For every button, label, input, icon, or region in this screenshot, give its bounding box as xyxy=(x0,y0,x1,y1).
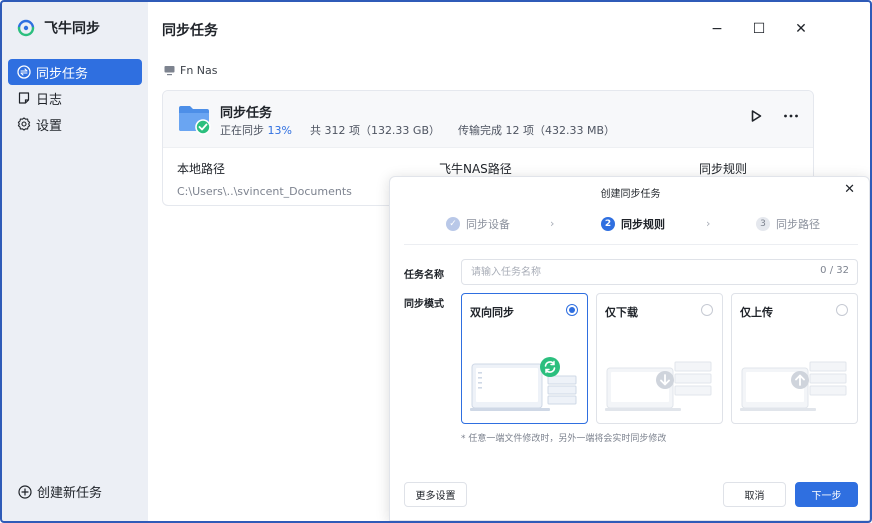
step-check-icon: ✓ xyxy=(446,217,460,231)
col-header: 本地路径 xyxy=(177,162,226,176)
task-stats: 正在同步 13% 共 312 项（132.33 GB） 传输完成 12 项（43… xyxy=(220,122,615,138)
stepper: ✓ 同步设备 › 2 同步规则 › 3 同步路径 xyxy=(404,213,858,245)
task-transferred: 传输完成 12 项（432.33 MB） xyxy=(458,124,616,137)
mode-download-only[interactable]: 仅下载 xyxy=(596,293,723,424)
page-title: 同步任务 xyxy=(162,23,218,39)
monitor-icon xyxy=(164,66,175,76)
sync-mode-hint: * 任意一端文件修改时，另外一端将会实时同步修改 xyxy=(461,434,667,444)
log-icon xyxy=(18,92,30,104)
mode-radio[interactable] xyxy=(566,304,578,316)
dialog-title: 创建同步任务 xyxy=(600,189,661,200)
sidebar-nav: 同步任务 日志 设置 xyxy=(8,59,142,137)
task-actions xyxy=(749,109,799,123)
sidebar-item-settings[interactable]: 设置 xyxy=(8,111,142,137)
step-path: 3 同步路径 xyxy=(756,216,820,232)
sync-circle-icon xyxy=(17,65,31,79)
more-settings-button[interactable]: 更多设置 xyxy=(404,482,467,507)
sidebar: 飞牛同步 同步任务 日志 设置 创建新任务 xyxy=(2,2,148,521)
sidebar-item-label: 同步任务 xyxy=(36,66,89,82)
create-task-dialog: 创建同步任务 ✕ ✓ 同步设备 › 2 同步规则 › 3 同步路径 任务名称 0… xyxy=(389,176,870,521)
task-total: 共 312 项（132.33 GB） xyxy=(309,124,440,137)
close-icon[interactable]: ✕ xyxy=(844,182,855,197)
app-name: 飞牛同步 xyxy=(44,21,100,37)
step-chevron-icon: › xyxy=(550,217,555,230)
more-icon[interactable] xyxy=(783,109,799,123)
task-col-rule: 同步规则 xyxy=(699,160,747,177)
create-task-label: 创建新任务 xyxy=(37,486,103,501)
task-name: 同步任务 xyxy=(220,106,273,121)
two-way-sync-illustration xyxy=(470,357,577,411)
col-value: C:\Users\..\svincent_Documents xyxy=(177,185,352,198)
device-name: Fn Nas xyxy=(180,64,218,77)
sync-mode-label: 同步模式 xyxy=(404,299,444,310)
folder-sync-icon xyxy=(179,106,211,135)
task-status-text: 正在同步 xyxy=(220,124,264,137)
next-button[interactable]: 下一步 xyxy=(795,482,858,507)
task-status: 正在同步 13% xyxy=(220,122,292,138)
mode-label: 双向同步 xyxy=(470,306,514,319)
close-window-button[interactable]: ✕ xyxy=(780,18,822,40)
sync-mode-options: 双向同步 仅下载 仅上传 xyxy=(461,293,859,424)
cancel-button[interactable]: 取消 xyxy=(723,482,786,507)
col-header: 飞牛NAS路径 xyxy=(439,162,512,176)
step-device: ✓ 同步设备 xyxy=(446,216,510,232)
mode-radio[interactable] xyxy=(701,304,713,316)
create-task-button[interactable]: 创建新任务 xyxy=(18,482,102,501)
sidebar-item-log[interactable]: 日志 xyxy=(8,85,142,111)
mode-label: 仅下载 xyxy=(605,306,638,319)
task-name-counter: 0 / 32 xyxy=(820,265,849,276)
app-logo: 飞牛同步 xyxy=(16,18,100,38)
step-number: 2 xyxy=(601,217,615,231)
task-col-local: 本地路径 C:\Users\..\svincent_Documents xyxy=(177,160,352,198)
device-header: Fn Nas xyxy=(164,64,218,77)
upload-illustration xyxy=(740,361,847,411)
mode-two-way[interactable]: 双向同步 xyxy=(461,293,588,424)
mode-upload-only[interactable]: 仅上传 xyxy=(731,293,858,424)
plus-circle-icon xyxy=(18,484,32,499)
step-label: 同步路径 xyxy=(776,218,820,231)
minimize-button[interactable]: − xyxy=(696,18,738,40)
task-name-label: 任务名称 xyxy=(404,270,444,281)
step-label: 同步设备 xyxy=(466,218,510,231)
mode-label: 仅上传 xyxy=(740,306,773,319)
step-rule: 2 同步规则 xyxy=(601,216,665,232)
col-header: 同步规则 xyxy=(699,162,748,176)
step-label: 同步规则 xyxy=(621,218,665,231)
mode-radio[interactable] xyxy=(836,304,848,316)
step-number: 3 xyxy=(756,217,770,231)
sidebar-item-label: 设置 xyxy=(36,118,63,134)
sidebar-item-label: 日志 xyxy=(36,92,63,108)
window-controls: − ☐ ✕ xyxy=(696,18,822,40)
maximize-button[interactable]: ☐ xyxy=(738,18,780,40)
task-name-input[interactable] xyxy=(461,259,858,285)
sidebar-item-sync-tasks[interactable]: 同步任务 xyxy=(8,59,142,85)
app-logo-icon xyxy=(17,19,35,37)
task-col-nas: 飞牛NAS路径 xyxy=(439,160,512,177)
task-card-header: 同步任务 正在同步 13% 共 312 项（132.33 GB） 传输完成 12… xyxy=(163,91,813,147)
step-chevron-icon: › xyxy=(706,217,711,230)
task-progress-pct: 13% xyxy=(267,124,292,137)
download-illustration xyxy=(605,361,712,411)
gear-icon xyxy=(17,117,31,131)
play-icon[interactable] xyxy=(749,109,763,123)
